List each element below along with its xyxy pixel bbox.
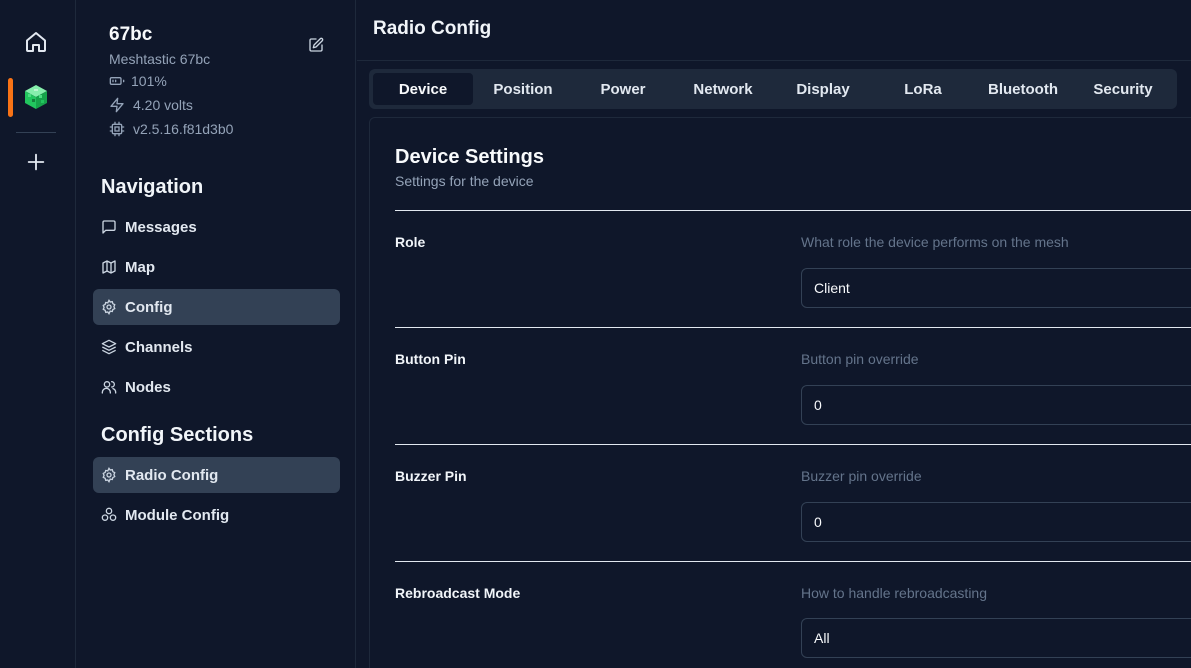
add-device-button[interactable] [18, 144, 54, 180]
main-header: Radio Config [357, 0, 1191, 61]
nav-item-module-config[interactable]: Module Config [93, 497, 340, 533]
nav-item-label: Config [125, 298, 173, 316]
home-icon [26, 32, 46, 52]
nav-item-label: Nodes [125, 378, 171, 396]
device-short-name: 67bc [109, 24, 153, 45]
tab-position[interactable]: Position [473, 73, 573, 105]
nav-item-label: Module Config [125, 506, 230, 524]
button-pin-description: Button pin override [801, 351, 919, 367]
node-avatar-button[interactable] [18, 79, 54, 115]
app-rail [0, 0, 76, 668]
main-content: Radio Config Device Position Power Netwo… [357, 0, 1191, 668]
section-divider [395, 210, 1191, 211]
panel-subtitle: Settings for the device [395, 173, 534, 189]
nav-item-messages[interactable]: Messages [93, 209, 340, 245]
edit-device-button[interactable] [306, 35, 326, 55]
button-pin-label: Button Pin [395, 351, 466, 367]
tab-security[interactable]: Security [1073, 73, 1173, 105]
role-select[interactable]: Client [801, 268, 1191, 308]
buzzer-pin-input[interactable]: 0 [801, 502, 1191, 542]
section-divider [395, 444, 1191, 445]
active-node-indicator [8, 78, 13, 117]
tab-network[interactable]: Network [673, 73, 773, 105]
nav-item-config[interactable]: Config [93, 289, 340, 325]
map-icon [102, 260, 116, 274]
rail-divider [16, 132, 56, 133]
layers-icon [101, 339, 117, 355]
boxes-icon [101, 507, 117, 521]
rebroadcast-mode-description: How to handle rebroadcasting [801, 585, 988, 601]
sidebar: 67bc Meshtastic 67bc 101% 4.20 volts v2.… [77, 0, 356, 668]
role-description: What role the device performs on the mes… [801, 234, 1069, 250]
navigation-heading: Navigation [101, 176, 204, 198]
battery-stat: 101% [109, 73, 167, 89]
plus-icon [27, 153, 45, 171]
config-tabs: Device Position Power Network Display Lo… [369, 69, 1177, 109]
message-square-icon [102, 220, 116, 234]
nav-item-label: Messages [125, 218, 197, 236]
nav-item-radio-config[interactable]: Radio Config [93, 457, 340, 493]
nav-item-label: Map [125, 258, 155, 276]
nav-item-channels[interactable]: Channels [93, 329, 340, 365]
button-pin-input[interactable]: 0 [801, 385, 1191, 425]
nav-item-label: Channels [125, 338, 193, 356]
users-icon [101, 381, 117, 394]
buzzer-pin-description: Buzzer pin override [801, 468, 922, 484]
zap-icon [110, 97, 124, 113]
config-sections-heading: Config Sections [101, 424, 254, 446]
rebroadcast-mode-label: Rebroadcast Mode [395, 585, 521, 601]
tab-bluetooth[interactable]: Bluetooth [973, 73, 1073, 105]
gear-icon [102, 467, 116, 483]
device-long-name: Meshtastic 67bc [109, 51, 211, 67]
node-cube-icon [25, 85, 47, 109]
gear-icon [102, 299, 116, 315]
nav-item-map[interactable]: Map [93, 249, 340, 285]
firmware-version: v2.5.16.f81d3b0 [133, 121, 234, 137]
edit-icon [309, 37, 324, 52]
nav-item-nodes[interactable]: Nodes [93, 369, 340, 405]
tab-device[interactable]: Device [373, 73, 473, 105]
tab-lora[interactable]: LoRa [873, 73, 973, 105]
tab-display[interactable]: Display [773, 73, 873, 105]
voltage-stat: 4.20 volts [109, 97, 193, 113]
battery-icon [109, 77, 125, 85]
section-divider [395, 327, 1191, 328]
tab-power[interactable]: Power [573, 73, 673, 105]
device-settings-panel: Device Settings Settings for the device … [369, 117, 1191, 668]
cpu-icon [109, 121, 125, 137]
home-button[interactable] [18, 24, 54, 60]
section-divider [395, 561, 1191, 562]
buzzer-pin-label: Buzzer Pin [395, 468, 467, 484]
nav-item-label: Radio Config [125, 466, 219, 484]
page-title: Radio Config [373, 18, 492, 39]
firmware-stat: v2.5.16.f81d3b0 [109, 121, 233, 137]
voltage-value: 4.20 volts [133, 97, 193, 113]
role-label: Role [395, 234, 426, 250]
battery-level: 101% [131, 73, 167, 89]
rebroadcast-mode-select[interactable]: All [801, 618, 1191, 658]
panel-title: Device Settings [395, 146, 544, 168]
